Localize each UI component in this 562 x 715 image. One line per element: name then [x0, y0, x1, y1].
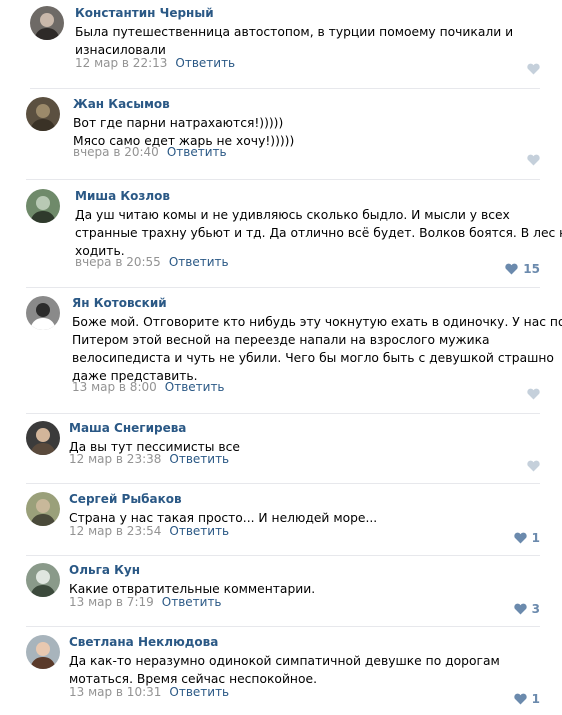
- like-button[interactable]: [527, 459, 540, 473]
- heart-icon: [513, 693, 527, 705]
- heart-icon: [513, 603, 527, 615]
- reply-link[interactable]: Ответить: [169, 685, 229, 699]
- heart-icon: [527, 154, 540, 166]
- reply-link[interactable]: Ответить: [169, 255, 229, 269]
- reply-link[interactable]: Ответить: [169, 452, 229, 466]
- comment-date[interactable]: вчера в 20:40: [73, 145, 159, 159]
- divider: [30, 88, 540, 89]
- heart-icon: [527, 460, 540, 472]
- comment-text: Была путешественница автостопом, в турци…: [75, 23, 545, 59]
- comment-meta: 13 мар в 8:00 Ответить: [72, 380, 225, 394]
- comment-text-line: Боже мой. Отговорите кто нибудь эту чокн…: [72, 315, 562, 329]
- like-button[interactable]: 15: [505, 262, 540, 276]
- divider: [26, 179, 540, 180]
- like-button[interactable]: [527, 62, 540, 76]
- like-button[interactable]: 1: [513, 531, 540, 545]
- avatar-svetlana[interactable]: [26, 635, 60, 669]
- comment-author[interactable]: Константин Черный: [75, 6, 214, 20]
- comment-text: Боже мой. Отговорите кто нибудь эту чокн…: [72, 313, 562, 385]
- comment-date[interactable]: 12 мар в 23:38: [69, 452, 161, 466]
- comment-author[interactable]: Ян Котовский: [72, 296, 167, 310]
- comment-meta: 12 мар в 22:13 Ответить: [75, 56, 235, 70]
- comment-date[interactable]: 13 мар в 10:31: [69, 685, 161, 699]
- comment-author[interactable]: Ольга Кун: [69, 563, 140, 577]
- avatar-masha[interactable]: [26, 421, 60, 455]
- like-count: 1: [531, 692, 540, 706]
- reply-link[interactable]: Ответить: [169, 524, 229, 538]
- comment-feed: Константин Черный Была путешественница ав…: [0, 0, 562, 715]
- divider: [26, 413, 540, 414]
- reply-link[interactable]: Ответить: [162, 595, 222, 609]
- comment-date[interactable]: 13 мар в 7:19: [69, 595, 154, 609]
- comment-meta: 13 мар в 10:31 Ответить: [69, 685, 229, 699]
- avatar-konstantin[interactable]: [30, 6, 64, 40]
- comment-text-line: Да уш читаю комы и не удивляюсь сколько …: [75, 208, 510, 222]
- comment-date[interactable]: 12 мар в 23:54: [69, 524, 161, 538]
- comment-text: Да уш читаю комы и не удивляюсь сколько …: [75, 206, 562, 260]
- comment-author[interactable]: Светлана Неклюдова: [69, 635, 218, 649]
- comment-text-line: Да как-то неразумно одинокой симпатичной…: [69, 654, 500, 668]
- like-count: 15: [523, 262, 540, 276]
- comment-text-line: странные трахну убьют и тд. Да отлично в…: [75, 226, 562, 240]
- divider: [26, 287, 540, 288]
- heart-icon: [505, 263, 518, 275]
- divider: [26, 555, 540, 556]
- like-button[interactable]: 3: [513, 602, 540, 616]
- comment-meta: вчера в 20:40 Ответить: [73, 145, 227, 159]
- comment-meta: 13 мар в 7:19 Ответить: [69, 595, 222, 609]
- like-button[interactable]: [527, 153, 540, 167]
- divider: [26, 483, 540, 484]
- comment-text-line: Была путешественница автостопом, в турци…: [75, 25, 514, 39]
- comment-author[interactable]: Жан Касымов: [73, 97, 170, 111]
- divider: [26, 626, 540, 627]
- comment-meta: вчера в 20:55 Ответить: [75, 255, 229, 269]
- heart-icon: [513, 532, 527, 544]
- comment-author[interactable]: Сергей Рыбаков: [69, 492, 182, 506]
- comment-text: Да как-то неразумно одинокой симпатичной…: [69, 652, 539, 688]
- heart-icon: [527, 388, 540, 400]
- like-count: 3: [531, 602, 540, 616]
- comment-date[interactable]: вчера в 20:55: [75, 255, 161, 269]
- avatar-yan[interactable]: [26, 296, 60, 330]
- reply-link[interactable]: Ответить: [175, 56, 235, 70]
- avatar-misha[interactable]: [26, 189, 60, 223]
- like-button[interactable]: 1: [513, 692, 540, 706]
- comment-text-line: велосипедиста и чуть не убили. Чего бы м…: [72, 351, 554, 365]
- avatar-zhan[interactable]: [26, 97, 60, 131]
- comment-author[interactable]: Миша Козлов: [75, 189, 170, 203]
- comment-meta: 12 мар в 23:54 Ответить: [69, 524, 229, 538]
- comment-author[interactable]: Маша Снегирева: [69, 421, 186, 435]
- reply-link[interactable]: Ответить: [167, 145, 227, 159]
- avatar-olga[interactable]: [26, 563, 60, 597]
- comment-date[interactable]: 13 мар в 8:00: [72, 380, 157, 394]
- comment-meta: 12 мар в 23:38 Ответить: [69, 452, 229, 466]
- reply-link[interactable]: Ответить: [165, 380, 225, 394]
- comment-text-line: Питером этой весной на переезде напали н…: [72, 333, 490, 347]
- avatar-sergey[interactable]: [26, 492, 60, 526]
- heart-icon: [527, 63, 540, 75]
- comment-text-line: Вот где парни натрахаются!))))): [73, 116, 284, 130]
- comment-date[interactable]: 12 мар в 22:13: [75, 56, 167, 70]
- like-count: 1: [531, 531, 540, 545]
- like-button[interactable]: [527, 387, 540, 401]
